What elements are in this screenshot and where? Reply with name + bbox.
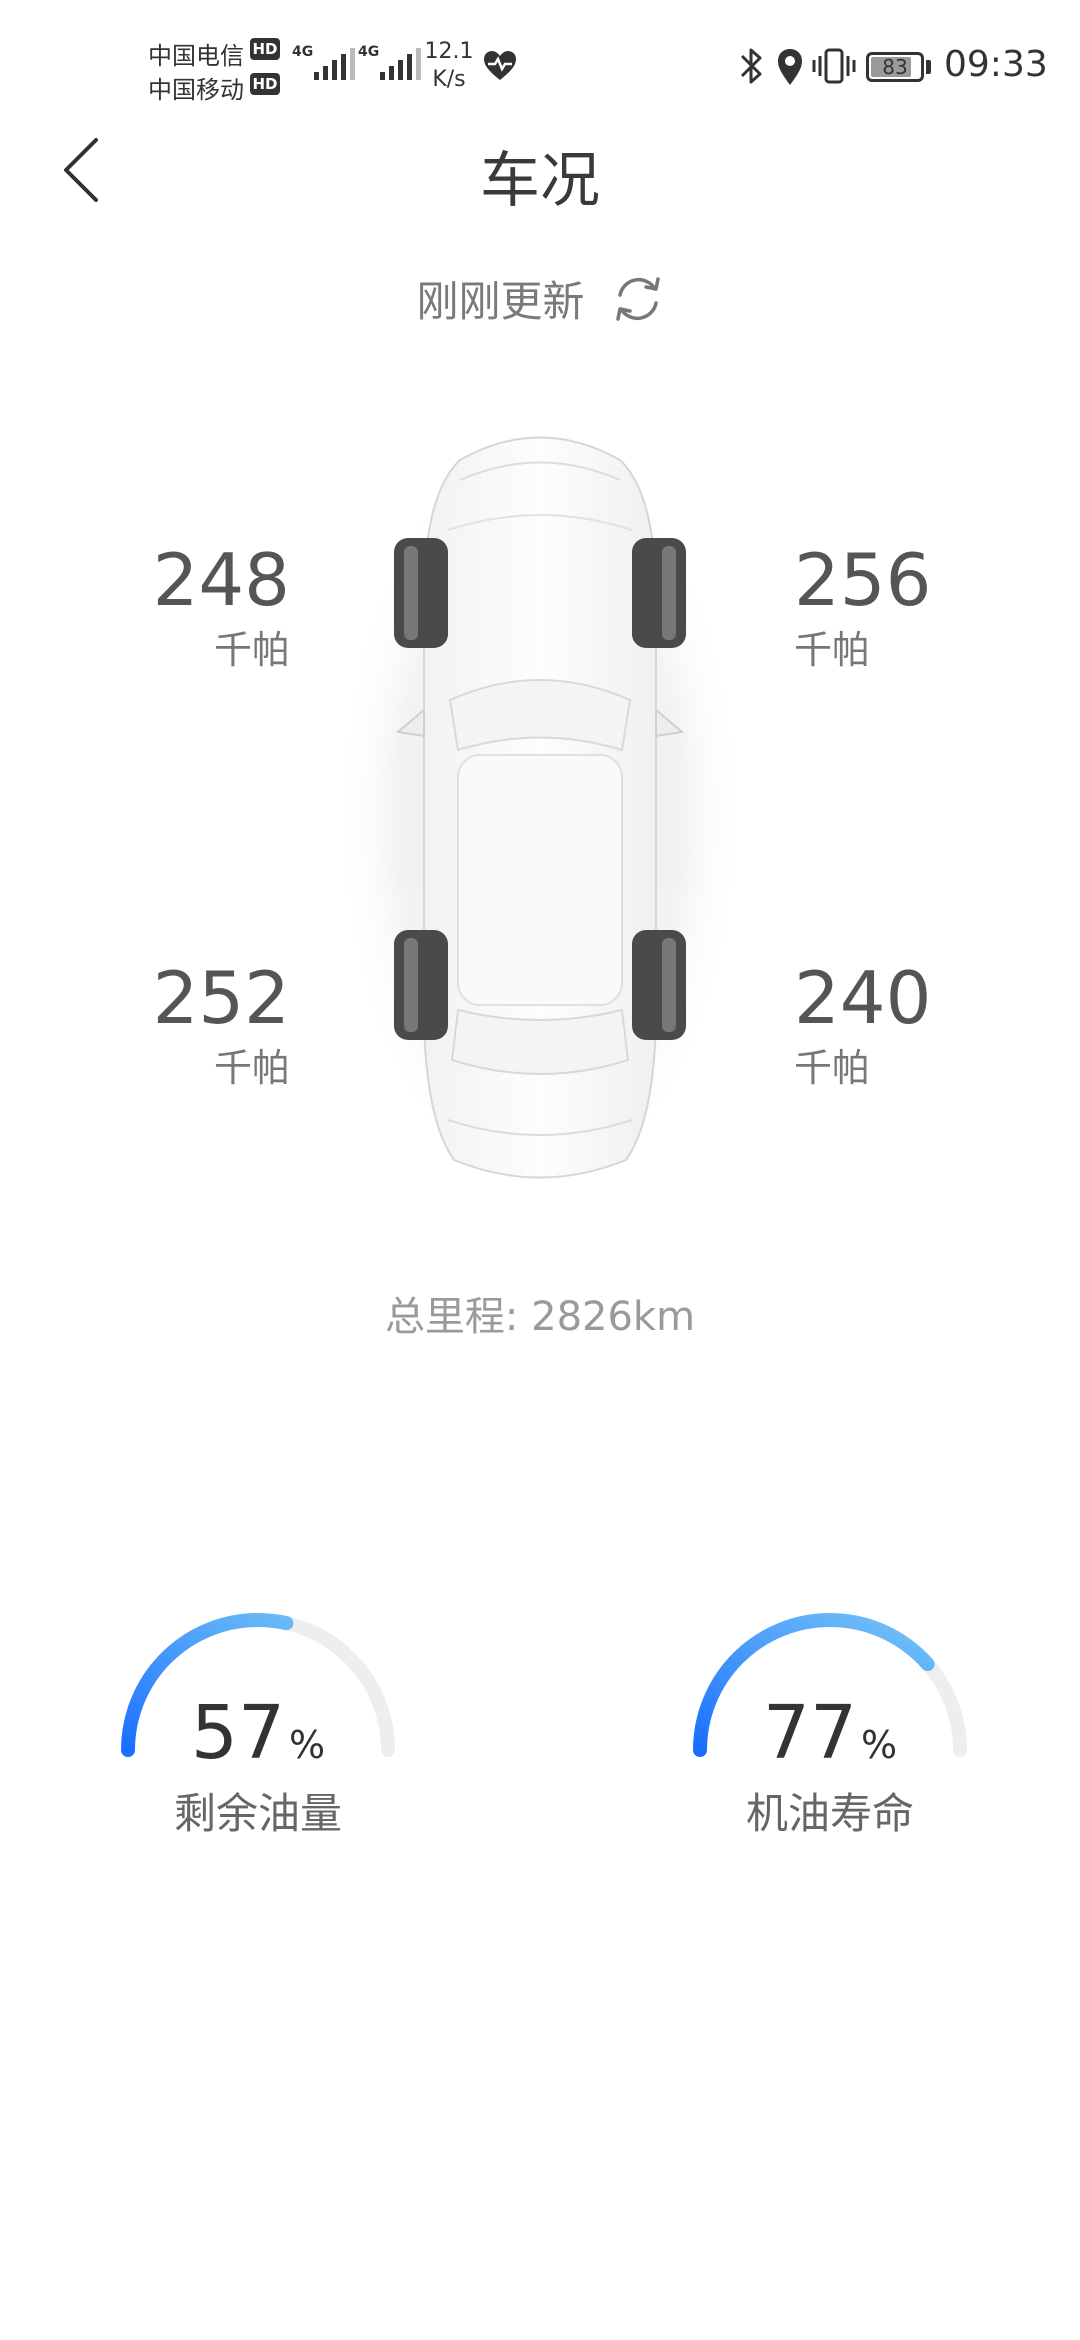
tire-pressure-unit: 千帕 xyxy=(794,1046,871,1090)
car-top-view-image xyxy=(340,430,740,1200)
network-type: 4G xyxy=(292,44,314,60)
tire-pressure-rear-right: 240 千帕 xyxy=(794,958,1014,1092)
tire-pressure-value: 248 xyxy=(152,538,290,622)
carrier-2-name: 中国移动 xyxy=(148,76,244,104)
car-condition-screen: 中国电信 中国移动 HD HD 4G 4G 12.1 K/s 83 09:33 … xyxy=(0,0,1080,2340)
tire-pressure-value: 252 xyxy=(152,956,290,1040)
tire-pressure-value: 240 xyxy=(794,956,932,1040)
status-bar: 中国电信 中国移动 HD HD 4G 4G 12.1 K/s 83 09:33 xyxy=(0,0,1080,120)
carrier-1-name: 中国电信 xyxy=(148,42,244,70)
refresh-icon xyxy=(615,276,660,321)
gauge-unit: % xyxy=(289,1723,326,1767)
hd-badge: HD xyxy=(250,73,280,95)
tire-pressure-unit: 千帕 xyxy=(213,1046,290,1090)
gauge-label: 机油寿命 xyxy=(745,1789,914,1838)
tire-pressure-front-left: 248 千帕 xyxy=(70,540,290,674)
refresh-button[interactable] xyxy=(612,273,664,325)
battery-level: 83 xyxy=(882,55,908,79)
heart-pulse-icon xyxy=(484,51,516,80)
gauge-value: 57% xyxy=(108,1690,408,1776)
location-icon xyxy=(778,49,802,85)
bluetooth-icon xyxy=(740,48,762,84)
tire-pressure-rear-left: 252 千帕 xyxy=(70,958,290,1092)
speed-unit: K/s xyxy=(432,67,466,92)
battery-tip xyxy=(926,60,931,74)
fuel-gauge: 57% 剩余油量 xyxy=(108,1600,408,1860)
oil-life-gauge: 77% 机油寿命 xyxy=(680,1600,980,1860)
tire-pressure-unit: 千帕 xyxy=(213,628,290,672)
hd-badge: HD xyxy=(250,38,280,60)
signal-bars-icon xyxy=(380,48,421,80)
speed-value: 12.1 xyxy=(424,39,474,64)
vibrate-icon xyxy=(812,48,856,84)
network-type: 4G xyxy=(358,44,380,60)
signal-bars-icon xyxy=(314,48,355,80)
total-mileage: 总里程: 2826km xyxy=(384,1294,696,1340)
tire-pressure-unit: 千帕 xyxy=(794,628,871,672)
network-speed: 12.1 K/s xyxy=(424,38,474,94)
tire-pressure-front-right: 256 千帕 xyxy=(794,540,1014,674)
page-title: 车况 xyxy=(480,146,600,216)
gauge-number: 57 xyxy=(190,1690,286,1776)
clock: 09:33 xyxy=(944,44,1048,85)
battery-icon: 83 xyxy=(866,52,924,82)
gauge-value: 77% xyxy=(680,1690,980,1776)
update-status-text: 刚刚更新 xyxy=(416,277,585,326)
update-status: 刚刚更新 xyxy=(0,268,1080,329)
gauge-unit: % xyxy=(861,1723,898,1767)
tire-pressure-value: 256 xyxy=(794,538,932,622)
gauge-number: 77 xyxy=(762,1690,858,1776)
gauge-label: 剩余油量 xyxy=(173,1789,342,1838)
